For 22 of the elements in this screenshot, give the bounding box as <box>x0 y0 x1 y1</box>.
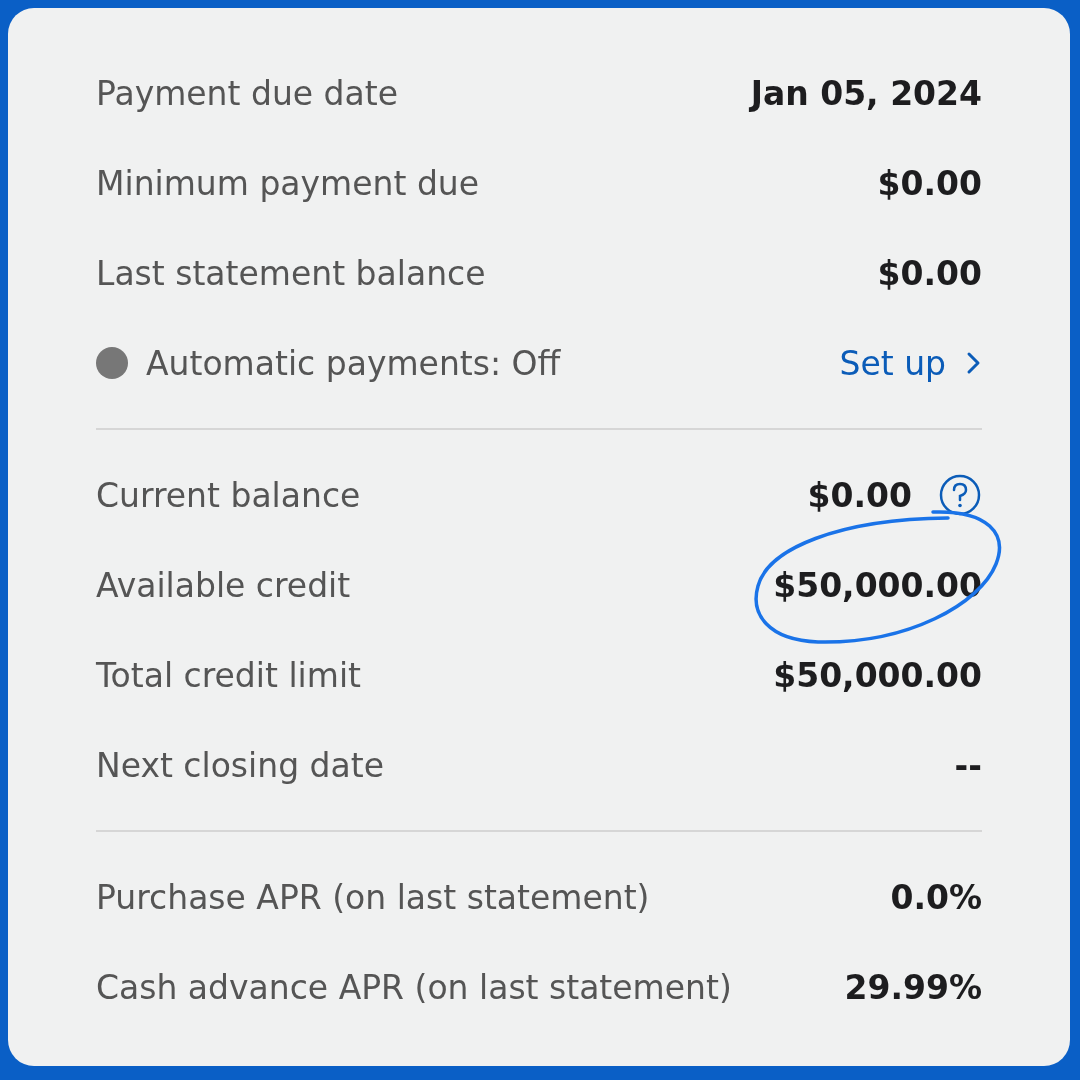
row-label: Cash advance APR (on last statement) <box>96 967 732 1007</box>
row-label: Last statement balance <box>96 253 486 293</box>
row-label: Total credit limit <box>96 655 361 695</box>
row-value: $0.00 <box>877 163 982 203</box>
row-label: Available credit <box>96 565 351 605</box>
row-value: $50,000.00 <box>773 565 982 605</box>
help-icon[interactable] <box>938 473 982 517</box>
row-value: 0.0% <box>890 877 982 917</box>
row-label: Purchase APR (on last statement) <box>96 877 650 917</box>
row-label: Minimum payment due <box>96 163 480 203</box>
row-value: $0.00 <box>877 253 982 293</box>
row-value: $50,000.00 <box>773 655 982 695</box>
row-label: Payment due date <box>96 73 399 113</box>
chevron-right-icon <box>966 351 982 375</box>
row-label: Automatic payments: Off <box>146 343 561 383</box>
row-label: Next closing date <box>96 745 384 785</box>
row-value: Jan 05, 2024 <box>750 73 982 113</box>
row-value: 29.99% <box>844 967 982 1007</box>
row-value: -- <box>954 745 982 785</box>
setup-link[interactable]: Set up <box>839 343 982 383</box>
row-value: $0.00 <box>807 475 912 515</box>
row-label: Current balance <box>96 475 361 515</box>
